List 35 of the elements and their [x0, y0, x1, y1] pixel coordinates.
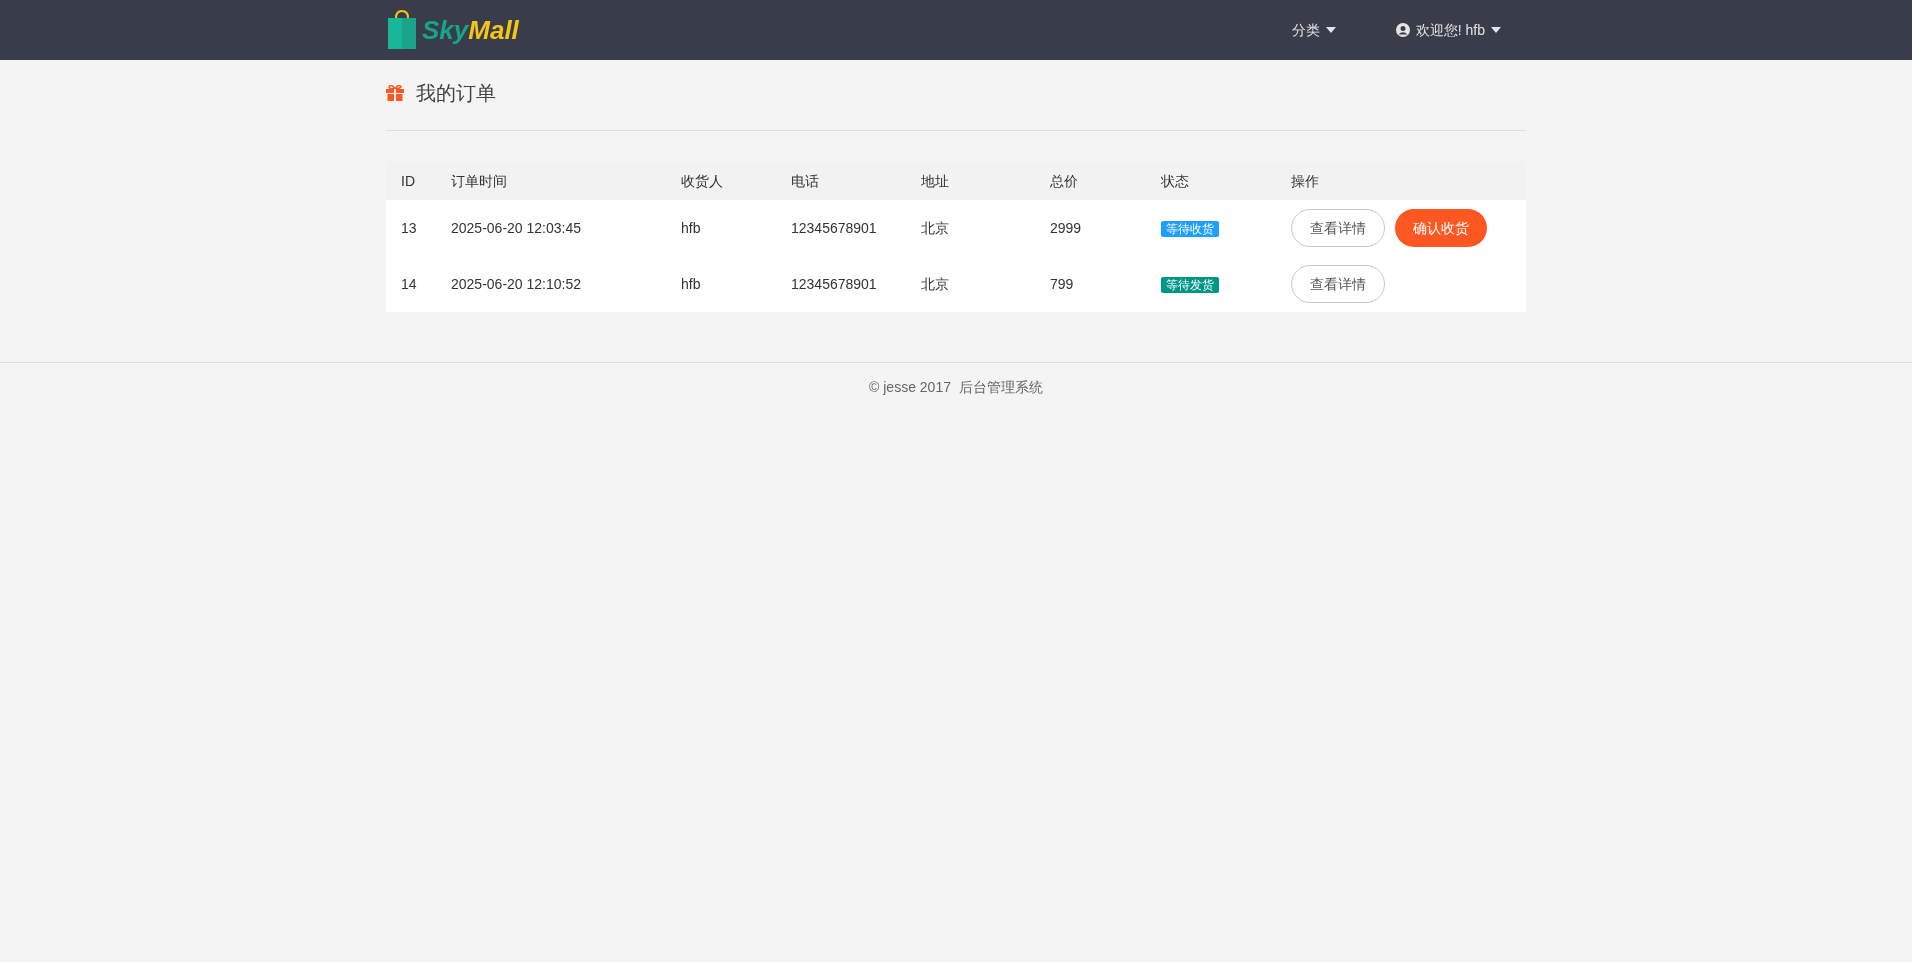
category-menu[interactable]: 分类 [1291, 19, 1336, 41]
table-cell: 2025-06-20 12:03:45 [451, 219, 581, 236]
table-cell: 2999 [1050, 219, 1082, 236]
column-header: 收货人 [681, 172, 723, 189]
gift-icon [386, 84, 404, 101]
status-badge: 等待收货 [1161, 220, 1219, 237]
column-header: 订单时间 [451, 172, 507, 189]
table-cell: 2025-06-20 12:10:52 [451, 275, 581, 292]
page-title: 我的订单 [416, 80, 496, 106]
details-button[interactable]: 查看详情 [1291, 209, 1385, 247]
copyright-text: © jesse 2017 [869, 378, 951, 397]
details-button[interactable]: 查看详情 [1291, 265, 1385, 303]
column-header: 状态 [1161, 172, 1189, 189]
shopping-bag-icon [386, 10, 418, 50]
user-menu[interactable]: 欢迎您! hfb [1395, 19, 1501, 41]
logo[interactable]: SkyMall [386, 10, 519, 50]
table-cell: hfb [681, 275, 701, 292]
table-cell: 北京 [921, 219, 949, 236]
user-icon [1395, 23, 1410, 37]
column-header: 地址 [921, 172, 949, 189]
table-cell: 12345678901 [791, 219, 877, 236]
column-header: 操作 [1291, 172, 1319, 189]
caret-icon [1325, 27, 1336, 33]
table-cell: 13 [401, 219, 417, 236]
table-cell: 14 [401, 275, 417, 292]
column-header: 总价 [1050, 172, 1078, 189]
caret-icon [1491, 27, 1501, 33]
column-header: ID [401, 172, 415, 189]
system-name: 后台管理系统 [958, 378, 1043, 397]
table-cell: hfb [681, 219, 701, 236]
table-cell: 北京 [921, 275, 949, 292]
table-cell: 12345678901 [791, 275, 877, 292]
table-cell: 799 [1050, 275, 1074, 292]
column-header: 电话 [791, 172, 819, 189]
status-badge: 等待发货 [1161, 276, 1219, 293]
